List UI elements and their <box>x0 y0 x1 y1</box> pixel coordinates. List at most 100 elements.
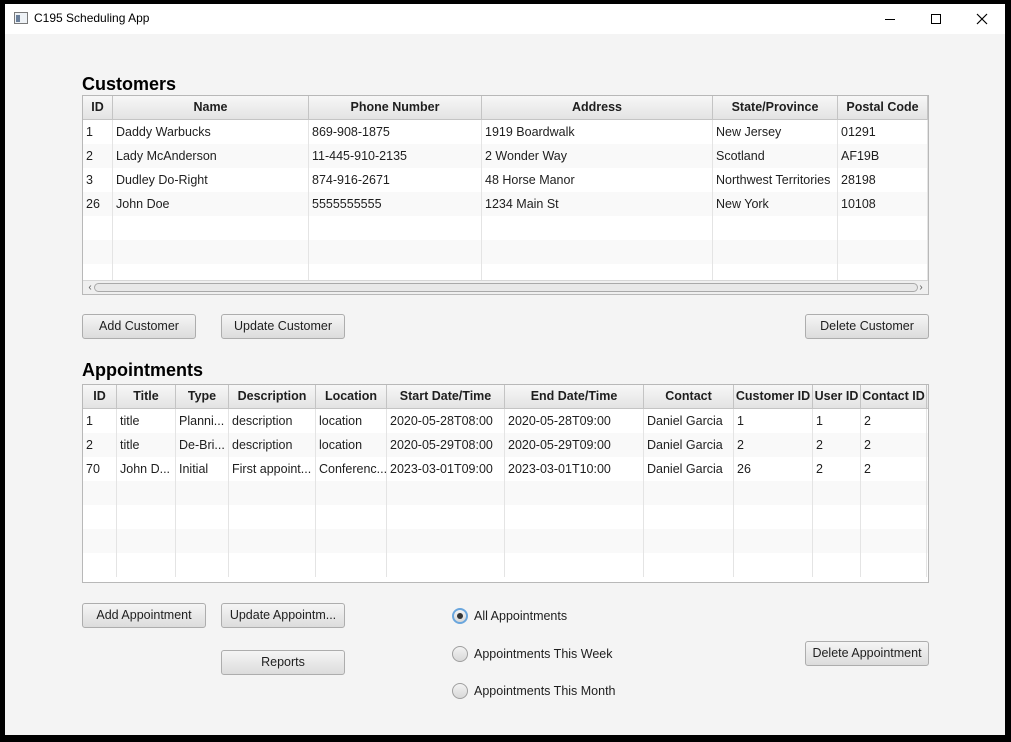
table-cell: title <box>117 433 176 457</box>
table-cell <box>229 529 316 553</box>
customers-column-header[interactable]: Phone Number <box>309 96 482 119</box>
table-cell <box>117 529 176 553</box>
table-cell <box>316 529 387 553</box>
table-row[interactable] <box>83 240 928 264</box>
table-row[interactable] <box>83 553 928 577</box>
table-row[interactable] <box>83 216 928 240</box>
table-cell <box>644 553 734 577</box>
table-cell: New York <box>713 192 838 216</box>
table-cell <box>387 505 505 529</box>
table-row[interactable]: 1 title Planni... description location 2020-0… <box>83 409 928 433</box>
table-cell <box>176 553 229 577</box>
table-cell: 70 <box>83 457 117 481</box>
appointments-column-header[interactable]: End Date/Time <box>505 385 644 408</box>
appointments-column-header[interactable]: User ID <box>813 385 861 408</box>
update-customer-button[interactable]: Update Customer <box>221 314 345 339</box>
table-cell: 2 Wonder Way <box>482 144 713 168</box>
table-cell <box>83 216 113 240</box>
radio-label: Appointments This Month <box>474 684 616 698</box>
delete-customer-button[interactable]: Delete Customer <box>805 314 929 339</box>
customers-column-header[interactable]: ID <box>83 96 113 119</box>
delete-appointment-button[interactable]: Delete Appointment <box>805 641 929 666</box>
table-cell: De-Bri... <box>176 433 229 457</box>
table-cell <box>309 216 482 240</box>
add-customer-button[interactable]: Add Customer <box>82 314 196 339</box>
table-cell <box>644 529 734 553</box>
table-cell: 2 <box>861 433 927 457</box>
table-cell: 1 <box>734 409 813 433</box>
table-row[interactable]: 2 title De-Bri... description location 2020-0… <box>83 433 928 457</box>
appointments-column-header[interactable]: Location <box>316 385 387 408</box>
table-row[interactable] <box>83 529 928 553</box>
table-cell: 2020-05-28T08:00 <box>387 409 505 433</box>
radio-button-icon[interactable] <box>452 646 468 662</box>
close-button[interactable] <box>959 4 1005 34</box>
table-row[interactable]: 3 Dudley Do-Right 874-916-2671 48 Horse Man… <box>83 168 928 192</box>
radio-button-icon[interactable] <box>452 608 468 624</box>
table-cell <box>176 529 229 553</box>
scrollbar-thumb[interactable] <box>94 283 918 292</box>
customers-column-header[interactable]: State/Province <box>713 96 838 119</box>
table-row[interactable]: 26 John Doe 5555555555 1234 Main St New York… <box>83 192 928 216</box>
table-cell: 2023-03-01T10:00 <box>505 457 644 481</box>
customers-horizontal-scrollbar[interactable]: ‹ › <box>83 280 928 294</box>
table-cell <box>113 216 309 240</box>
radio-button-icon[interactable] <box>452 683 468 699</box>
table-cell: 1919 Boardwalk <box>482 120 713 144</box>
appointments-column-header[interactable]: Type <box>176 385 229 408</box>
appointments-table-header: ID Title Type Description Location Start Date… <box>83 385 928 409</box>
appointments-column-header[interactable]: Description <box>229 385 316 408</box>
radio-appointments-this-week[interactable]: Appointments This Week <box>452 644 613 664</box>
minimize-button[interactable] <box>867 4 913 34</box>
table-cell <box>734 481 813 505</box>
customers-table[interactable]: ID Name Phone Number Address State/Province P… <box>82 95 929 295</box>
appointments-column-header[interactable]: Contact ID <box>861 385 927 408</box>
radio-appointments-this-month[interactable]: Appointments This Month <box>452 681 616 701</box>
table-cell <box>813 481 861 505</box>
radio-label: Appointments This Week <box>474 647 613 661</box>
table-cell <box>117 553 176 577</box>
table-cell: 2020-05-29T08:00 <box>387 433 505 457</box>
table-cell: First appoint... <box>229 457 316 481</box>
table-cell <box>505 481 644 505</box>
table-cell <box>505 529 644 553</box>
scroll-right-icon[interactable]: › <box>914 281 928 294</box>
customers-column-header[interactable]: Address <box>482 96 713 119</box>
table-cell: Lady McAnderson <box>113 144 309 168</box>
table-row[interactable]: 2 Lady McAnderson 11-445-910-2135 2 Wonder … <box>83 144 928 168</box>
minimize-icon <box>885 18 895 20</box>
table-row[interactable] <box>83 505 928 529</box>
appointments-column-header[interactable]: Start Date/Time <box>387 385 505 408</box>
customers-column-header[interactable]: Postal Code <box>838 96 928 119</box>
table-cell: 869-908-1875 <box>309 120 482 144</box>
table-row[interactable]: 1 Daddy Warbucks 869-908-1875 1919 Boardwal… <box>83 120 928 144</box>
add-appointment-button[interactable]: Add Appointment <box>82 603 206 628</box>
table-cell: Northwest Territories <box>713 168 838 192</box>
table-cell <box>309 240 482 264</box>
table-cell <box>229 481 316 505</box>
table-cell: location <box>316 433 387 457</box>
table-cell <box>387 481 505 505</box>
radio-label: All Appointments <box>474 609 568 623</box>
radio-all-appointments[interactable]: All Appointments <box>452 606 567 626</box>
maximize-icon <box>931 14 941 24</box>
table-cell <box>83 553 117 577</box>
appointments-column-header[interactable]: Contact <box>644 385 734 408</box>
update-appointment-button[interactable]: Update Appointm... <box>221 603 345 628</box>
reports-button[interactable]: Reports <box>221 650 345 675</box>
customers-column-header[interactable]: Name <box>113 96 309 119</box>
table-cell: John D... <box>117 457 176 481</box>
table-row[interactable]: 70 John D... Initial First appoint... Confer… <box>83 457 928 481</box>
table-cell <box>482 216 713 240</box>
table-cell <box>482 240 713 264</box>
appointments-column-header[interactable]: Title <box>117 385 176 408</box>
appointments-column-header[interactable]: ID <box>83 385 117 408</box>
appointments-table[interactable]: ID Title Type Description Location Start Date… <box>82 384 929 583</box>
table-cell: location <box>316 409 387 433</box>
maximize-button[interactable] <box>913 4 959 34</box>
table-row[interactable] <box>83 481 928 505</box>
app-window: C195 Scheduling App Customers ID Name Phon… <box>5 4 1005 735</box>
appointments-column-header[interactable]: Customer ID <box>734 385 813 408</box>
table-cell <box>505 553 644 577</box>
table-cell: Daniel Garcia <box>644 409 734 433</box>
